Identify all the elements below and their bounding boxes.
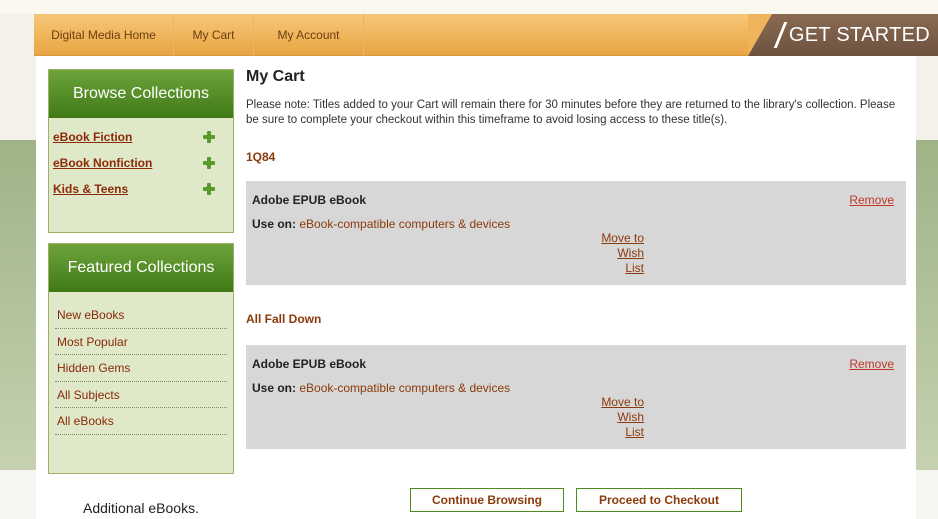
- cart-item-format: Adobe EPUB eBook: [252, 357, 367, 371]
- use-on-value: eBook-compatible computers & devices: [299, 381, 511, 395]
- featured-item-all-ebooks[interactable]: All eBooks: [55, 408, 227, 435]
- browse-item-kids-teens: Kids & Teens: [53, 176, 225, 202]
- additional-ebooks-heading: Additional eBooks.: [83, 500, 199, 516]
- featured-item-most-popular[interactable]: Most Popular: [55, 329, 227, 355]
- wish-line: Move to: [601, 395, 644, 409]
- cart-notice: Please note: Titles added to your Cart w…: [246, 99, 896, 126]
- wish-line: List: [625, 425, 644, 439]
- page-title: My Cart: [246, 68, 305, 85]
- cart-item-use-on: Use on: eBook-compatible computers & dev…: [252, 381, 510, 395]
- cart-item-format: Adobe EPUB eBook: [252, 193, 367, 207]
- browse-item-label[interactable]: Kids & Teens: [53, 182, 128, 196]
- featured-collections-header: Featured Collections: [49, 244, 233, 292]
- cart-item-box: Adobe EPUB eBook Use on: eBook-compatibl…: [246, 181, 906, 285]
- cart-item-title[interactable]: All Fall Down: [246, 312, 321, 326]
- get-started-button[interactable]: GET STARTED: [748, 14, 938, 56]
- cart-item-box: Adobe EPUB eBook Use on: eBook-compatibl…: [246, 345, 906, 449]
- proceed-to-checkout-button[interactable]: Proceed to Checkout: [576, 488, 742, 512]
- use-on-label: Use on:: [252, 381, 297, 395]
- remove-link[interactable]: Remove: [849, 357, 894, 371]
- wish-line: Wish: [617, 410, 644, 424]
- browse-collections-header: Browse Collections: [49, 70, 233, 118]
- cart-content: My Cart Please note: Titles added to you…: [246, 68, 906, 449]
- top-navigation: Digital Media Home My Cart My Account GE…: [34, 14, 938, 56]
- plus-icon[interactable]: [203, 157, 215, 169]
- cart-item-use-on: Use on: eBook-compatible computers & dev…: [252, 217, 510, 231]
- nav-my-account[interactable]: My Account: [254, 14, 364, 56]
- use-on-label: Use on:: [252, 217, 297, 231]
- nav-my-cart[interactable]: My Cart: [174, 14, 254, 56]
- browse-item-ebook-fiction: eBook Fiction: [53, 124, 225, 150]
- move-to-wish-list-link[interactable]: Move to Wish List: [600, 395, 644, 440]
- wish-line: Wish: [617, 246, 644, 260]
- plus-icon[interactable]: [203, 131, 215, 143]
- featured-item-new-ebooks[interactable]: New eBooks: [55, 302, 227, 329]
- featured-item-all-subjects[interactable]: All Subjects: [55, 382, 227, 408]
- browse-item-label[interactable]: eBook Fiction: [53, 130, 132, 144]
- move-to-wish-list-link[interactable]: Move to Wish List: [600, 231, 644, 276]
- browse-collections-box: Browse Collections eBook Fiction eBook N…: [48, 69, 234, 233]
- remove-link[interactable]: Remove: [849, 193, 894, 207]
- wish-line: List: [625, 261, 644, 275]
- use-on-value: eBook-compatible computers & devices: [299, 217, 511, 231]
- plus-icon[interactable]: [203, 183, 215, 195]
- browse-item-label[interactable]: eBook Nonfiction: [53, 156, 152, 170]
- nav-digital-media-home[interactable]: Digital Media Home: [34, 14, 174, 56]
- get-started-label: GET STARTED: [788, 24, 930, 46]
- continue-browsing-button[interactable]: Continue Browsing: [410, 488, 564, 512]
- featured-item-hidden-gems[interactable]: Hidden Gems: [55, 355, 227, 382]
- wish-line: Move to: [601, 231, 644, 245]
- featured-collections-box: Featured Collections New eBooks Most Pop…: [48, 243, 234, 474]
- browse-item-ebook-nonfiction: eBook Nonfiction: [53, 150, 225, 176]
- background-band-left: [0, 140, 36, 470]
- cart-item-title[interactable]: 1Q84: [246, 150, 275, 164]
- page-top-strip: [0, 0, 938, 14]
- featured-collections-list: New eBooks Most Popular Hidden Gems All …: [49, 292, 233, 435]
- browse-collections-list: eBook Fiction eBook Nonfiction Kids & Te…: [49, 118, 233, 202]
